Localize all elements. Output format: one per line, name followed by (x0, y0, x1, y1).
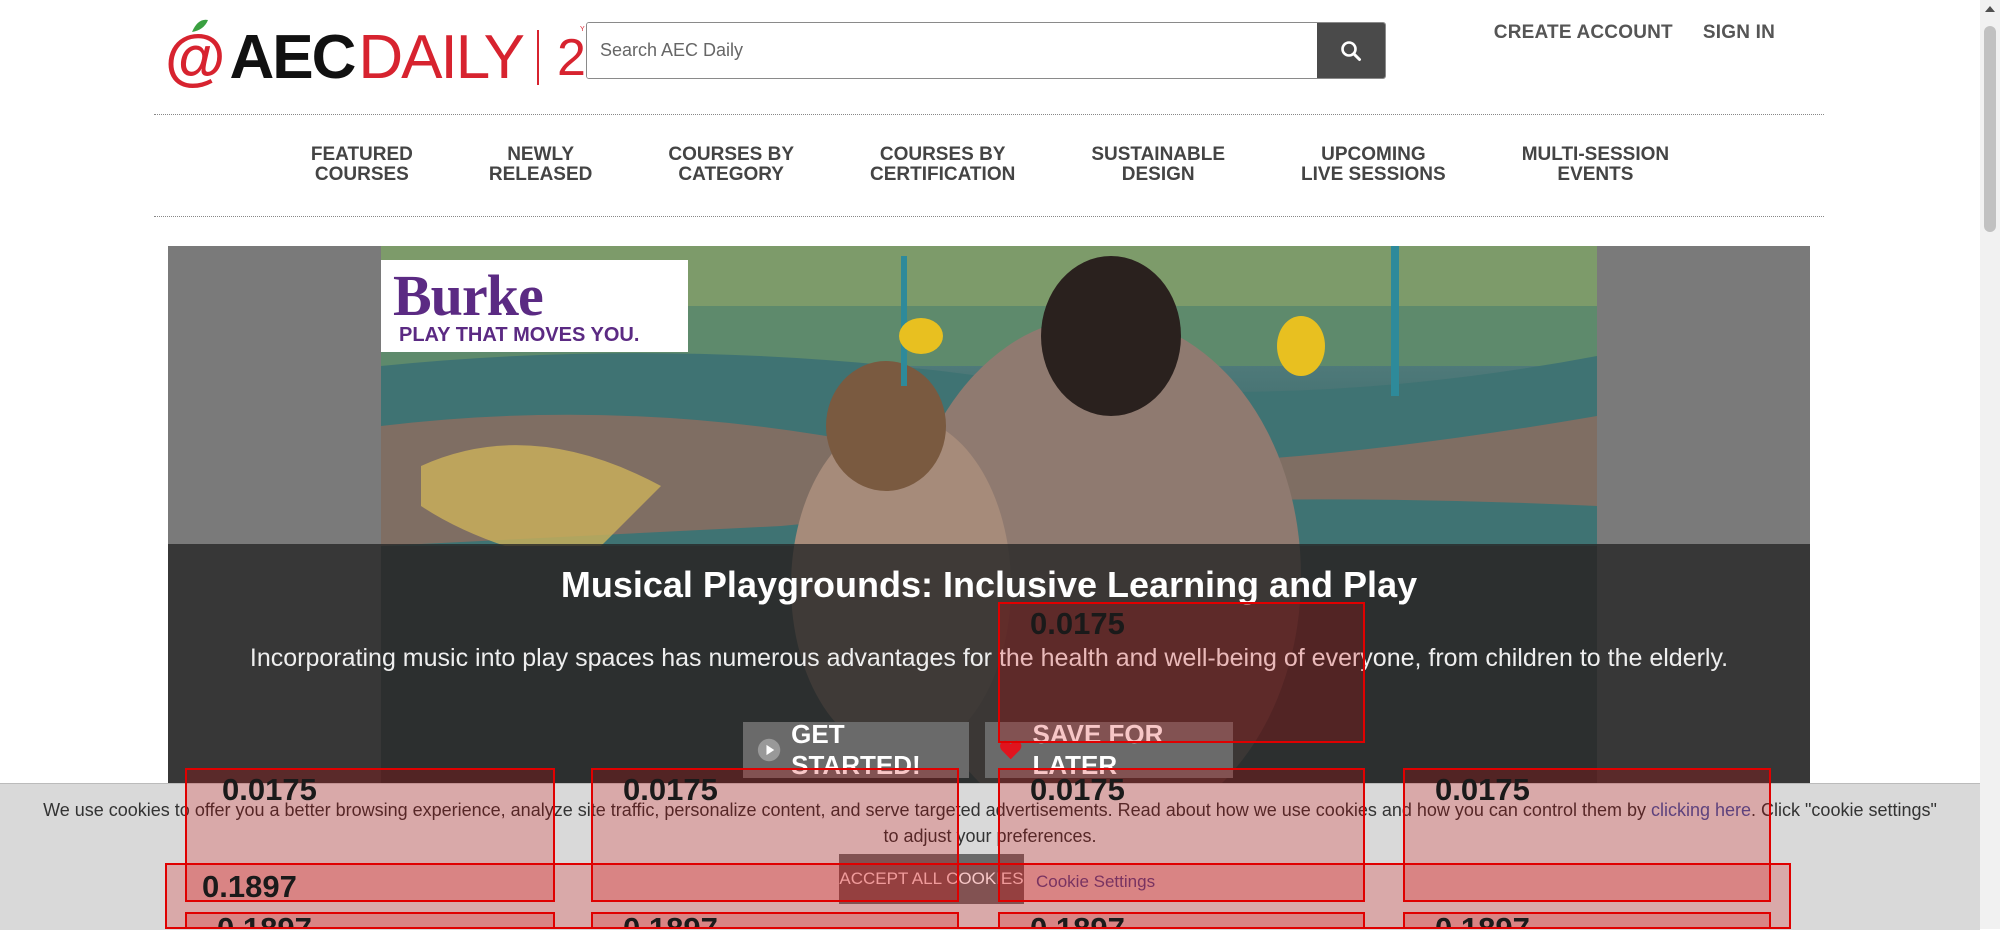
scroll-up-icon[interactable] (1985, 6, 1995, 12)
page-scrollbar[interactable] (1980, 0, 2000, 929)
hero-title[interactable]: Musical Playgrounds: Inclusive Learning … (168, 564, 1810, 606)
scrollbar-thumb[interactable] (1984, 26, 1996, 232)
logo-aec: AEC (229, 22, 356, 92)
account-links: CREATE ACCOUNT SIGN IN (1494, 22, 1775, 44)
nav-multi-session-events[interactable]: MULTI-SESSION EVENTS (1484, 145, 1707, 185)
header-divider (154, 114, 1824, 115)
hero-description: Incorporating music into play spaces has… (249, 644, 1729, 672)
apple-leaf-icon (192, 19, 208, 32)
logo-years-two: 2 (556, 28, 586, 87)
overlay-box: 0.1897 (998, 912, 1365, 929)
nav-sustainable-design[interactable]: SUSTAINABLE DESIGN (1053, 145, 1263, 185)
logo-divider (536, 30, 539, 85)
main-nav: FEATURED COURSES NEWLY RELEASED COURSES BY… (0, 145, 1980, 185)
play-icon (757, 738, 781, 762)
search-input[interactable] (587, 23, 1317, 78)
overlay-box: 0.1897 (185, 912, 555, 929)
nav-divider (154, 216, 1824, 217)
sponsor-name: Burke (393, 263, 544, 328)
logo-at: @ (165, 22, 226, 92)
overlay-box: 0.0175 (998, 602, 1365, 743)
aecdaily-logo[interactable]: @ AEC DAILY 25 YEARS (165, 20, 615, 95)
sponsor-logo: Burke PLAY THAT MOVES YOU. (381, 260, 688, 352)
search-button[interactable] (1317, 23, 1385, 78)
nav-newly-released[interactable]: NEWLY RELEASED (451, 145, 630, 185)
search-icon (1341, 40, 1361, 61)
overlay-box: 0.1897 (1403, 912, 1771, 929)
nav-upcoming-live-sessions[interactable]: UPCOMING LIVE SESSIONS (1263, 145, 1484, 185)
nav-featured-courses[interactable]: FEATURED COURSES (273, 145, 451, 185)
sign-in-link[interactable]: SIGN IN (1703, 22, 1775, 44)
search-bar (586, 22, 1386, 79)
sponsor-tagline: PLAY THAT MOVES YOU. (399, 324, 640, 346)
site-header: @ AEC DAILY 25 YEARS CREATE ACCOUNT SIGN… (0, 0, 1980, 110)
create-account-link[interactable]: CREATE ACCOUNT (1494, 22, 1673, 44)
overlay-box: 0.1897 (591, 912, 959, 929)
nav-courses-by-certification[interactable]: COURSES BY CERTIFICATION (832, 145, 1053, 185)
hero-carousel[interactable]: Burke PLAY THAT MOVES YOU. Musical Playg… (168, 246, 1810, 786)
logo-daily: DAILY (358, 22, 525, 92)
nav-courses-by-category[interactable]: COURSES BY CATEGORY (630, 145, 832, 185)
